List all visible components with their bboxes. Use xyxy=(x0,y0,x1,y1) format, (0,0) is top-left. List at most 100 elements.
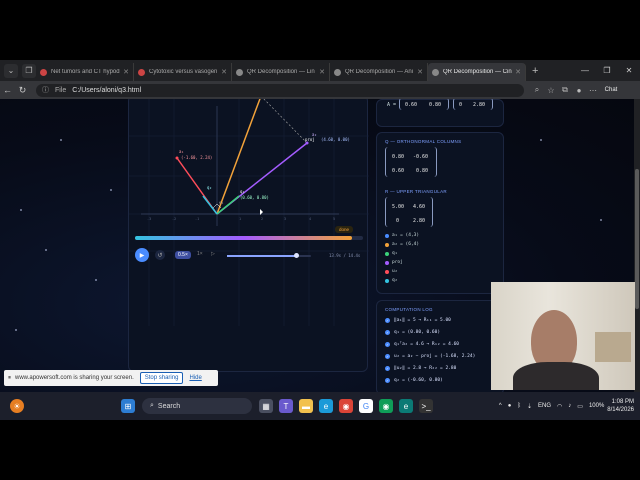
file-explorer-icon[interactable]: ▬ xyxy=(299,399,313,413)
tab-title: Net tumors and CT hypod xyxy=(51,69,120,75)
chrome-alt-icon[interactable]: ◉ xyxy=(379,399,393,413)
tab-search-icon[interactable]: ⌄ xyxy=(4,63,18,78)
tab-0[interactable]: Net tumors and CT hypod ✕ xyxy=(36,63,134,81)
r-cell: 4.60 xyxy=(413,204,426,210)
timeline-slider[interactable] xyxy=(227,253,311,258)
close-icon[interactable]: ✕ xyxy=(417,68,423,76)
log-entry: ✓ q₁ᵀa₂ = 4.6 → R₁₂ = 4.60 xyxy=(385,342,460,347)
tab-favicon-icon xyxy=(138,68,145,76)
tab-favicon-icon xyxy=(40,68,47,76)
tab-3[interactable]: QR Decomposition — Ani ✕ xyxy=(330,63,428,81)
svg-text:-1: -1 xyxy=(195,217,199,221)
chat-button[interactable]: Chat xyxy=(604,87,618,93)
tab-1[interactable]: Cytotoxic versus vasogen ✕ xyxy=(134,63,232,81)
svg-text:1: 1 xyxy=(239,217,241,221)
start-icon[interactable]: ⊞ xyxy=(121,399,135,413)
taskbar-search[interactable]: ⌕ Search xyxy=(142,398,252,414)
webcam-painting xyxy=(595,332,631,362)
e1-label: e₁ xyxy=(219,200,224,205)
reset-button[interactable]: ↺ xyxy=(155,250,165,260)
profile-icon[interactable]: ● xyxy=(572,86,586,95)
pause-icon: ⏸ xyxy=(8,374,12,381)
chevron-up-icon[interactable]: ^ xyxy=(499,403,502,409)
a-cell: 0.60 xyxy=(405,102,418,108)
tab-2[interactable]: QR Decomposition — Lin ✕ xyxy=(232,63,330,81)
minimize-icon[interactable]: — xyxy=(574,66,596,75)
tab-4[interactable]: QR Decomposition — Cin ✕ xyxy=(428,63,526,81)
clock[interactable]: 1:08 PM 8/14/2026 xyxy=(607,398,634,414)
bookmark-icon[interactable]: ☆ xyxy=(544,86,558,95)
teams-icon[interactable]: T xyxy=(279,399,293,413)
hide-button[interactable]: Hide xyxy=(189,375,201,381)
tab-favicon-icon xyxy=(334,68,341,76)
language-indicator[interactable]: ENG xyxy=(538,403,551,409)
svg-text:-2: -2 xyxy=(172,217,176,221)
play-button[interactable]: ▶ xyxy=(135,248,149,262)
tray-app-icon[interactable]: ● xyxy=(508,403,512,409)
animation-progress-bar[interactable] xyxy=(135,236,363,240)
stop-sharing-button[interactable]: Stop sharing xyxy=(139,372,184,384)
q-cell: 0.80 xyxy=(416,168,429,174)
wifi-icon[interactable]: ◠ xyxy=(557,403,562,410)
tab-title: QR Decomposition — Cin xyxy=(443,69,512,75)
menu-icon[interactable]: ⋯ xyxy=(586,86,600,95)
reload-icon[interactable]: ↻ xyxy=(15,85,30,96)
close-icon[interactable]: ✕ xyxy=(221,68,227,76)
terminal-icon[interactable]: >_ xyxy=(419,399,433,413)
edge-alt-icon[interactable]: e xyxy=(399,399,413,413)
close-icon[interactable]: ✕ xyxy=(319,68,325,76)
speed-button-active[interactable]: 0.5× xyxy=(175,251,191,259)
search-icon[interactable]: ⌕ xyxy=(530,85,544,95)
letterbox-bottom xyxy=(0,420,640,480)
extensions-icon[interactable]: ⧉ xyxy=(558,85,572,95)
battery-icon[interactable]: ▭ xyxy=(577,403,583,410)
log-entry: ✓ q₂ = (-0.60, 0.80) xyxy=(385,378,443,383)
visualization-panel: -3 -2 -1 123 45 a₁ (-1.60, 2.24) a₂ proj (… xyxy=(128,99,369,372)
svg-text:2: 2 xyxy=(261,217,263,221)
q-cell: 0.60 xyxy=(392,168,405,174)
letterbox-top xyxy=(0,0,640,60)
step-forward-button[interactable]: ▷ xyxy=(211,251,215,257)
address-bar[interactable]: ⓘ File C:/Users/aloni/q3.html xyxy=(36,83,524,97)
close-icon[interactable]: ✕ xyxy=(515,68,521,76)
svg-text:-3: -3 xyxy=(147,217,151,221)
chrome-icon[interactable]: ◉ xyxy=(339,399,353,413)
windows-taskbar: ☀ ⊞ ⌕ Search ▦ T ▬ e ◉ G ◉ e >_ ^ ● ᛒ ⇣ E… xyxy=(0,392,640,420)
workspaces-icon[interactable]: ❐ xyxy=(22,63,36,78)
screen-share-banner: ⏸ www.apowersoft.com is sharing your scr… xyxy=(4,370,218,386)
scrollbar-thumb[interactable] xyxy=(635,169,639,309)
url-scheme: File xyxy=(55,86,67,94)
tray-arrow-icon[interactable]: ⇣ xyxy=(527,403,532,410)
a-cell: 0 xyxy=(459,102,463,108)
bluetooth-icon[interactable]: ᛒ xyxy=(517,403,521,409)
r-cell: 5.00 xyxy=(392,204,405,210)
timeline-knob[interactable] xyxy=(293,253,299,258)
widgets-icon[interactable]: ▦ xyxy=(259,399,273,413)
window-close-icon[interactable]: ✕ xyxy=(618,66,640,75)
legend-item: a₂ = (6,4) xyxy=(385,242,419,247)
restore-icon[interactable]: ❐ xyxy=(596,66,618,75)
a-symbol: A = xyxy=(387,102,397,108)
share-message: www.apowersoft.com is sharing your scree… xyxy=(15,375,134,381)
q1-label: q₁ xyxy=(240,189,245,194)
qr-results-panel: Q — ORTHONORMAL COLUMNS 0.80 -0.60 0.60 … xyxy=(376,132,504,294)
legend-item: a₁ = (4,3) xyxy=(385,233,419,238)
tab-favicon-icon xyxy=(432,68,439,76)
close-icon[interactable]: ✕ xyxy=(123,68,129,76)
r-cell: 2.80 xyxy=(413,218,426,224)
speed-button[interactable]: 1× xyxy=(197,251,203,257)
google-icon[interactable]: G xyxy=(359,399,373,413)
vector-q2 xyxy=(202,195,218,215)
new-tab-icon[interactable]: + xyxy=(532,65,538,77)
q2-label: q₂ xyxy=(207,185,212,190)
a-matrix-panel: A = 0.60 0.80 0 2.80 xyxy=(376,99,504,127)
a1-value: (-1.60, 2.24) xyxy=(181,155,212,160)
edge-icon[interactable]: e xyxy=(319,399,333,413)
a1-label: a₁ xyxy=(179,149,184,154)
browser-tab-bar: ⌄ ❐ Net tumors and CT hypod ✕ Cytotoxic v… xyxy=(0,60,640,81)
weather-icon[interactable]: ☀ xyxy=(10,399,24,413)
clock-date: 8/14/2026 xyxy=(607,407,634,413)
legend-item: proj xyxy=(385,260,403,265)
volume-icon[interactable]: ♪ xyxy=(568,403,571,409)
back-icon[interactable]: ← xyxy=(0,85,15,95)
